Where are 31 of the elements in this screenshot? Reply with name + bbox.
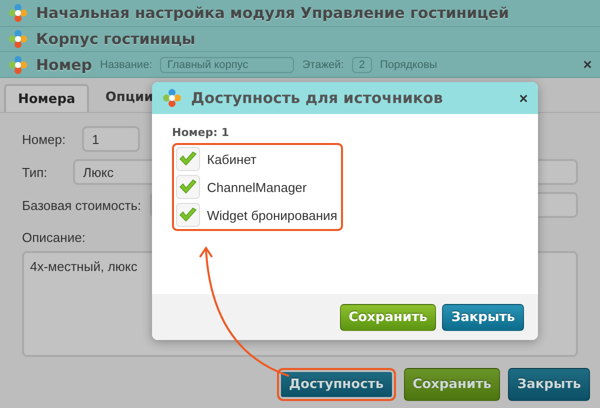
logo-icon [162,88,182,108]
field-label: Порядковы [380,58,438,70]
field-label: Этажей: [302,58,344,70]
checkbox[interactable] [176,203,200,227]
source-label[interactable]: ChannelManager [207,180,307,194]
field-label: Описание: [22,230,86,245]
dialog-button[interactable]: Закрыть [442,304,524,330]
dialog-title: Доступность для источников [191,89,443,107]
field-label: Базовая стоимость: [22,198,142,212]
source-label[interactable]: Widget бронирования [207,208,338,222]
floors-field: 2 [352,56,372,72]
name-field: Главный корпус [160,56,294,72]
number-field[interactable]: 1 [82,126,140,152]
checkbox[interactable] [176,175,200,199]
logo-icon [8,3,28,23]
window-title: Номер [36,56,92,74]
field-label: Тип: [22,164,48,180]
logo-icon [8,54,28,74]
action-button[interactable]: Доступность [276,368,396,401]
close-icon[interactable] [519,94,528,102]
window-title: Начальная настройка модуля Управление гостиницей [36,4,509,22]
action-button[interactable]: Закрыть [508,368,590,401]
tab[interactable]: Номера [4,84,90,112]
source-label[interactable]: Кабинет [207,152,256,166]
field-label: Название: [100,58,152,70]
room-number-label: Номер: 1 [172,126,230,139]
checkbox[interactable] [176,147,200,171]
close-icon[interactable] [583,60,592,69]
window-title: Корпус гостиницы [36,30,196,48]
field-label: Номер: [22,132,67,146]
logo-icon [8,29,28,49]
